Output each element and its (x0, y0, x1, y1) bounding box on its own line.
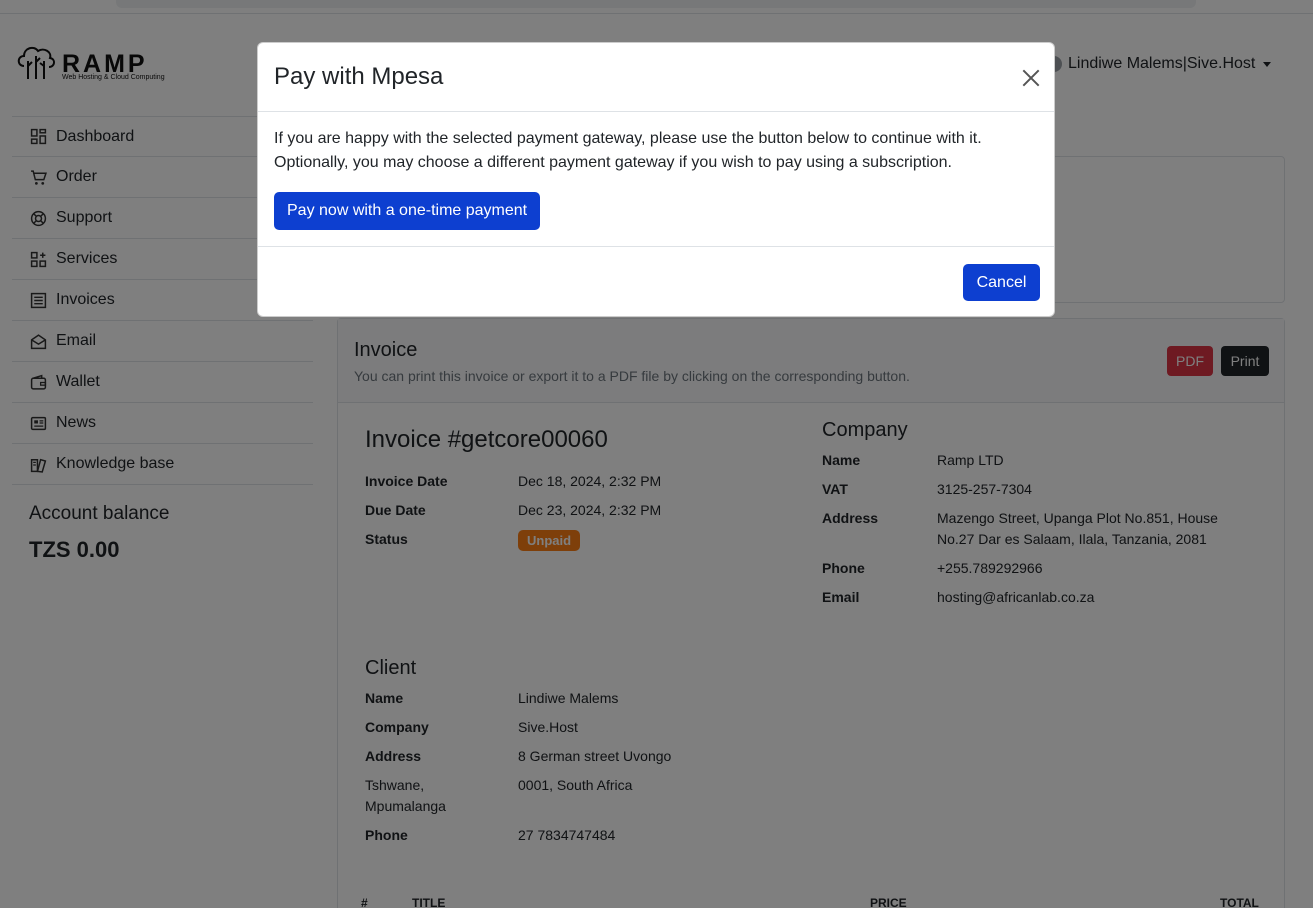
pay-modal: Pay with Mpesa If you are happy with the… (257, 42, 1055, 317)
modal-header: Pay with Mpesa (258, 43, 1054, 112)
modal-body: If you are happy with the selected payme… (274, 127, 1034, 230)
pay-now-button[interactable]: Pay now with a one-time payment (274, 192, 541, 230)
modal-title: Pay with Mpesa (274, 63, 444, 90)
cancel-button[interactable]: Cancel (963, 264, 1040, 301)
modal-text-line1: If you are happy with the selected payme… (274, 130, 982, 147)
modal-text-line2: Optionally, you may choose a different p… (274, 154, 952, 171)
modal-footer: Cancel (258, 246, 1054, 317)
close-icon[interactable] (1020, 67, 1042, 89)
